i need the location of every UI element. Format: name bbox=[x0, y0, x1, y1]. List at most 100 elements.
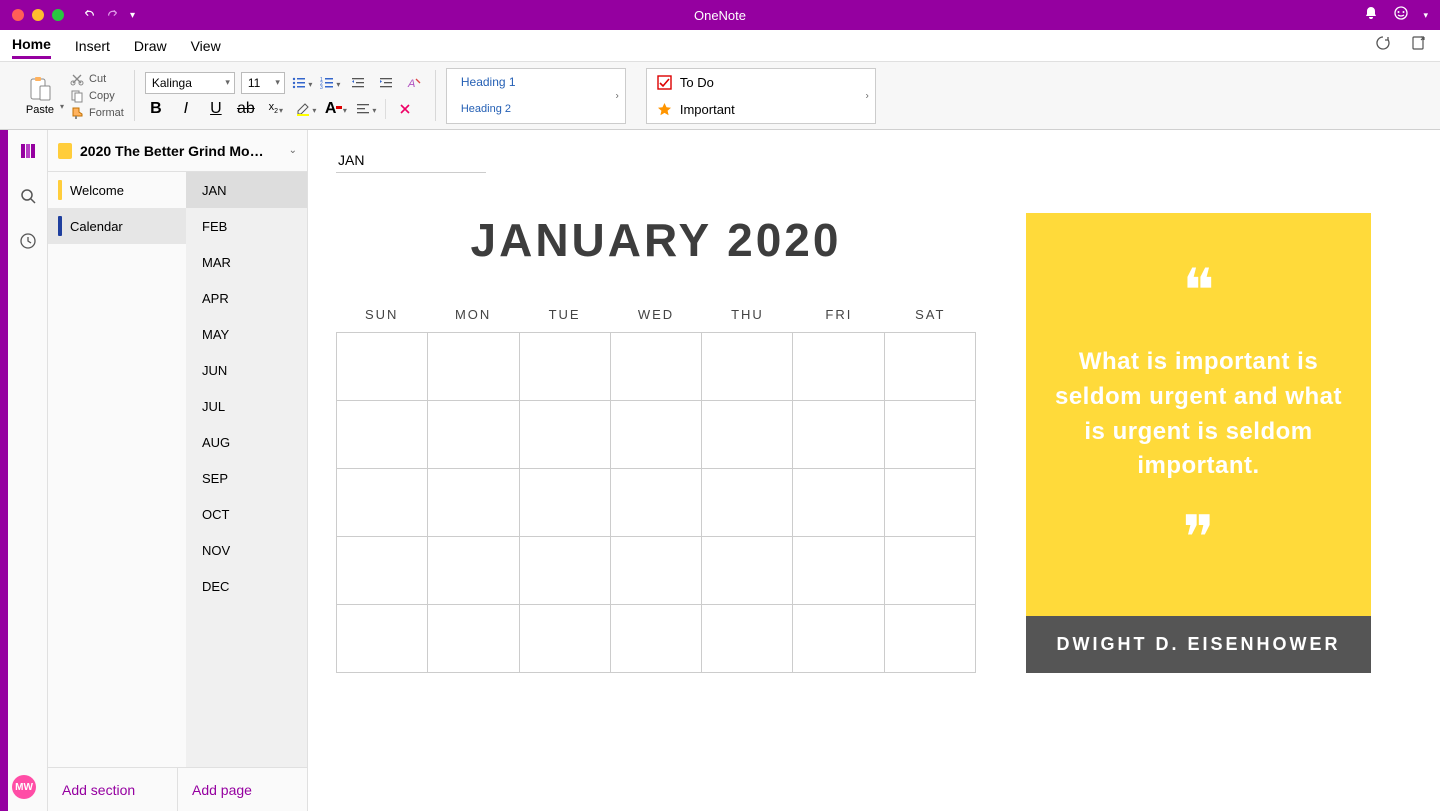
menu-draw[interactable]: Draw bbox=[134, 34, 167, 58]
maximize-window[interactable] bbox=[52, 9, 64, 21]
calendar-cell[interactable] bbox=[793, 605, 884, 673]
delete-button[interactable] bbox=[394, 98, 416, 120]
format-painter-button[interactable]: Format bbox=[70, 106, 124, 120]
align-button[interactable] bbox=[355, 98, 377, 120]
page-item[interactable]: APR bbox=[186, 280, 307, 316]
page-item[interactable]: OCT bbox=[186, 496, 307, 532]
calendar-cell[interactable] bbox=[885, 537, 976, 605]
account-dropdown-icon[interactable]: ▾ bbox=[1423, 10, 1428, 21]
underline-button[interactable]: U bbox=[205, 98, 227, 120]
bold-button[interactable]: B bbox=[145, 98, 167, 120]
calendar-cell[interactable] bbox=[611, 401, 702, 469]
add-section-button[interactable]: Add section bbox=[48, 768, 178, 811]
page-canvas[interactable]: JANUARY 2020 SUNMONTUEWEDTHUFRISAT ❝ Wha… bbox=[308, 130, 1440, 811]
calendar-cell[interactable] bbox=[793, 469, 884, 537]
menu-insert[interactable]: Insert bbox=[75, 34, 110, 58]
bullets-button[interactable] bbox=[291, 72, 313, 94]
calendar-cell[interactable] bbox=[611, 537, 702, 605]
tags-gallery[interactable]: To Do Important › bbox=[646, 68, 876, 124]
page-item[interactable]: MAR bbox=[186, 244, 307, 280]
recent-icon[interactable] bbox=[19, 232, 37, 255]
page-item[interactable]: SEP bbox=[186, 460, 307, 496]
menu-home[interactable]: Home bbox=[12, 32, 51, 59]
numbering-button[interactable]: 123 bbox=[319, 72, 341, 94]
styles-more-icon[interactable]: › bbox=[616, 90, 619, 101]
calendar-cell[interactable] bbox=[520, 469, 611, 537]
calendar-cell[interactable] bbox=[428, 401, 519, 469]
paste-button[interactable]: Paste bbox=[20, 76, 60, 116]
minimize-window[interactable] bbox=[32, 9, 44, 21]
user-avatar[interactable]: MW bbox=[12, 775, 36, 799]
customize-qat-icon[interactable]: ▾ bbox=[130, 10, 135, 21]
copy-button[interactable]: Copy bbox=[70, 89, 124, 103]
font-size-select[interactable]: 11 bbox=[241, 72, 285, 94]
page-item[interactable]: JAN bbox=[186, 172, 307, 208]
calendar-cell[interactable] bbox=[885, 401, 976, 469]
close-window[interactable] bbox=[12, 9, 24, 21]
calendar-cell[interactable] bbox=[702, 333, 793, 401]
calendar-cell[interactable] bbox=[793, 333, 884, 401]
sync-icon[interactable] bbox=[1374, 34, 1392, 57]
page-item[interactable]: MAY bbox=[186, 316, 307, 352]
page-item[interactable]: JUL bbox=[186, 388, 307, 424]
add-page-button[interactable]: Add page bbox=[178, 768, 307, 811]
calendar-cell[interactable] bbox=[611, 469, 702, 537]
tag-todo[interactable]: To Do bbox=[647, 69, 875, 96]
page-item[interactable]: NOV bbox=[186, 532, 307, 568]
calendar-cell[interactable] bbox=[885, 605, 976, 673]
calendar-cell[interactable] bbox=[702, 537, 793, 605]
calendar-cell[interactable] bbox=[885, 469, 976, 537]
clear-formatting-button[interactable]: A bbox=[403, 72, 425, 94]
page-title-input[interactable] bbox=[336, 148, 486, 173]
calendar-cell[interactable] bbox=[885, 333, 976, 401]
calendar-cell[interactable] bbox=[337, 605, 428, 673]
calendar-cell[interactable] bbox=[520, 333, 611, 401]
search-icon[interactable] bbox=[19, 187, 37, 210]
tags-more-icon[interactable]: › bbox=[866, 90, 869, 101]
styles-gallery[interactable]: Heading 1 Heading 2 › bbox=[446, 68, 626, 124]
cut-button[interactable]: Cut bbox=[70, 72, 124, 86]
calendar-cell[interactable] bbox=[793, 537, 884, 605]
strikethrough-button[interactable]: ab bbox=[235, 98, 257, 120]
calendar-cell[interactable] bbox=[337, 537, 428, 605]
page-item[interactable]: DEC bbox=[186, 568, 307, 604]
calendar-cell[interactable] bbox=[520, 605, 611, 673]
calendar-cell[interactable] bbox=[428, 537, 519, 605]
undo-icon[interactable] bbox=[82, 6, 96, 25]
subscript-button[interactable]: x2 bbox=[265, 98, 287, 120]
calendar-cell[interactable] bbox=[611, 333, 702, 401]
account-icon[interactable] bbox=[1393, 5, 1409, 26]
page-item[interactable]: AUG bbox=[186, 424, 307, 460]
font-name-select[interactable]: Kalinga bbox=[145, 72, 235, 94]
notebooks-icon[interactable] bbox=[19, 142, 37, 165]
calendar-cell[interactable] bbox=[337, 401, 428, 469]
page-item[interactable]: JUN bbox=[186, 352, 307, 388]
calendar-cell[interactable] bbox=[337, 469, 428, 537]
notifications-icon[interactable] bbox=[1363, 5, 1379, 26]
redo-icon[interactable] bbox=[106, 6, 120, 25]
tag-important[interactable]: Important bbox=[647, 96, 875, 123]
paste-dropdown-icon[interactable]: ▾ bbox=[60, 102, 64, 111]
indent-button[interactable] bbox=[375, 72, 397, 94]
calendar-cell[interactable] bbox=[520, 401, 611, 469]
outdent-button[interactable] bbox=[347, 72, 369, 94]
menu-view[interactable]: View bbox=[191, 34, 221, 58]
calendar-cell[interactable] bbox=[428, 333, 519, 401]
page-item[interactable]: FEB bbox=[186, 208, 307, 244]
calendar-cell[interactable] bbox=[702, 401, 793, 469]
calendar-cell[interactable] bbox=[428, 605, 519, 673]
notebook-selector[interactable]: 2020 The Better Grind Mo… ⌄ bbox=[48, 130, 307, 172]
style-heading1[interactable]: Heading 1 bbox=[447, 69, 625, 96]
share-icon[interactable] bbox=[1410, 34, 1428, 57]
calendar-cell[interactable] bbox=[428, 469, 519, 537]
highlight-button[interactable] bbox=[295, 98, 317, 120]
italic-button[interactable]: I bbox=[175, 98, 197, 120]
section-item[interactable]: Calendar bbox=[48, 208, 186, 244]
calendar-cell[interactable] bbox=[702, 605, 793, 673]
notebook-rail[interactable] bbox=[0, 130, 8, 811]
calendar-cell[interactable] bbox=[702, 469, 793, 537]
calendar-cell[interactable] bbox=[611, 605, 702, 673]
font-color-button[interactable]: A bbox=[325, 98, 347, 120]
calendar-cell[interactable] bbox=[793, 401, 884, 469]
section-item[interactable]: Welcome bbox=[48, 172, 186, 208]
